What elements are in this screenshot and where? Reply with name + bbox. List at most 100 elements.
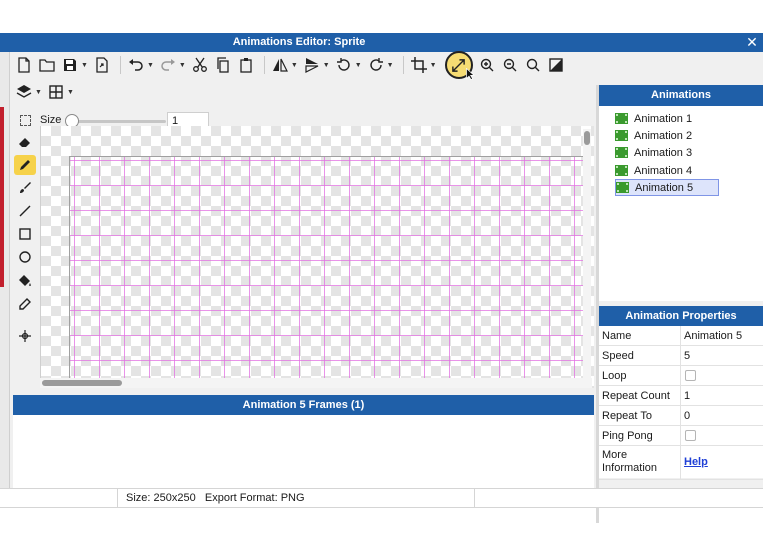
animation-list-item[interactable]: Animation 4	[615, 162, 696, 179]
export-icon[interactable]	[92, 55, 112, 75]
status-bar: Size: 250x250 Export Format: PNG	[0, 488, 763, 508]
crop-chevron-icon[interactable]: ▼	[430, 62, 437, 69]
help-link[interactable]: Help	[684, 456, 708, 468]
column-divider	[680, 386, 681, 405]
property-row-repeat-count: Repeat Count 1	[599, 386, 763, 406]
speed-field[interactable]: 5	[684, 350, 690, 362]
property-key: More Information	[602, 449, 658, 474]
vertical-scroll-thumb[interactable]	[584, 131, 590, 145]
canvas-horizontal-scrollbar[interactable]	[40, 378, 592, 388]
toolbar-row-secondary: ▼ ▼	[14, 80, 78, 104]
flip-vertical-chevron-icon[interactable]: ▼	[323, 62, 330, 69]
undo-dropdown-chevron-icon[interactable]: ▼	[147, 62, 154, 69]
animation-label: Animation 1	[634, 112, 693, 125]
image-size: Size: 250x250	[126, 492, 196, 504]
toolbar-separator	[402, 56, 404, 74]
fill-bucket-icon[interactable]	[14, 271, 36, 291]
rotate-left-chevron-icon[interactable]: ▼	[355, 62, 362, 69]
pencil-icon[interactable]	[14, 155, 36, 175]
crop-icon[interactable]	[409, 55, 429, 75]
flip-horizontal-chevron-icon[interactable]: ▼	[291, 62, 298, 69]
property-row-loop: Loop	[599, 366, 763, 386]
property-row-ping-pong: Ping Pong	[599, 426, 763, 446]
new-icon[interactable]	[14, 55, 34, 75]
animation-label: Animation 5	[635, 181, 694, 194]
status-info: Size: 250x250 Export Format: PNG	[126, 492, 305, 504]
property-key: Ping Pong	[602, 430, 653, 442]
window-title: Animations Editor: Sprite	[232, 36, 366, 48]
layers-chevron-icon[interactable]: ▼	[35, 89, 42, 96]
size-slider-track[interactable]	[72, 120, 166, 123]
property-row-speed: Speed 5	[599, 346, 763, 366]
animation-label: Animation 4	[634, 164, 693, 177]
animation-list-item[interactable]: Animation 3	[615, 144, 696, 161]
repeat-count-field[interactable]: 1	[684, 390, 690, 402]
animations-panel-title: Animations	[599, 85, 763, 106]
eyedropper-icon[interactable]	[14, 294, 36, 314]
name-field[interactable]: Animation 5	[684, 330, 742, 342]
column-divider	[680, 346, 681, 365]
rotate-right-chevron-icon[interactable]: ▼	[387, 62, 394, 69]
selection-icon[interactable]	[20, 115, 31, 126]
title-bar: Animations Editor: Sprite ✕	[0, 33, 763, 52]
property-key: Repeat Count	[602, 390, 670, 402]
left-color-strip	[0, 52, 10, 508]
ellipse-icon[interactable]	[14, 247, 36, 267]
film-strip-icon	[615, 165, 628, 176]
layers-icon[interactable]	[14, 82, 34, 102]
animations-editor-window: Animations Editor: Sprite ✕ ▼ ▼ ▼ ▼ ▼ ▼ …	[0, 33, 763, 523]
horizontal-scroll-thumb[interactable]	[42, 380, 122, 386]
copy-icon[interactable]	[213, 55, 233, 75]
animation-list-item[interactable]: Animation 2	[615, 127, 696, 144]
film-strip-icon	[615, 147, 628, 158]
brush-icon[interactable]	[14, 178, 36, 198]
mouse-pointer-icon	[465, 68, 475, 80]
toggle-background-icon[interactable]	[546, 55, 566, 75]
grid-icon[interactable]	[46, 82, 66, 102]
flip-horizontal-icon[interactable]	[270, 55, 290, 75]
canvas-vertical-scrollbar[interactable]	[583, 129, 591, 379]
animation-label: Animation 3	[634, 146, 693, 159]
grid-chevron-icon[interactable]: ▼	[67, 89, 74, 96]
toolbar-row-main: ▼ ▼ ▼ ▼ ▼ ▼ ▼ ▼	[14, 51, 569, 80]
ping-pong-checkbox[interactable]	[685, 430, 696, 441]
zoom-out-icon[interactable]	[500, 55, 520, 75]
property-row-name: Name Animation 5	[599, 326, 763, 346]
animation-label: Animation 2	[634, 129, 693, 142]
animation-list-item-selected[interactable]: Animation 5	[615, 179, 719, 196]
zoom-in-icon[interactable]	[477, 55, 497, 75]
eraser-icon[interactable]	[14, 132, 36, 152]
column-divider	[680, 366, 681, 385]
rectangle-icon[interactable]	[14, 224, 36, 244]
toolbar-separator	[119, 56, 121, 74]
repeat-to-field[interactable]: 0	[684, 410, 690, 422]
redo-dropdown-chevron-icon[interactable]: ▼	[179, 62, 186, 69]
loop-checkbox[interactable]	[685, 370, 696, 381]
zoom-reset-icon[interactable]	[523, 55, 543, 75]
close-icon[interactable]: ✕	[745, 33, 759, 51]
cut-icon[interactable]	[190, 55, 210, 75]
save-icon[interactable]	[60, 55, 80, 75]
open-folder-icon[interactable]	[37, 55, 57, 75]
property-row-more-information: More Information Help	[599, 446, 763, 480]
property-key: Repeat To	[602, 410, 652, 422]
undo-icon[interactable]	[126, 55, 146, 75]
animation-list-item[interactable]: Animation 1	[615, 110, 696, 127]
export-format: Export Format: PNG	[204, 492, 305, 504]
line-icon[interactable]	[14, 201, 36, 221]
toolbar-separator	[263, 56, 265, 74]
status-cell: Size: 250x250 Export Format: PNG	[118, 489, 475, 507]
color-swatch	[0, 107, 4, 287]
paste-icon[interactable]	[236, 55, 256, 75]
flip-vertical-icon[interactable]	[302, 55, 322, 75]
redo-icon[interactable]	[158, 55, 178, 75]
fit-to-window-button[interactable]	[444, 51, 475, 80]
save-dropdown-chevron-icon[interactable]: ▼	[81, 62, 88, 69]
move-icon[interactable]	[14, 326, 36, 346]
rotate-right-icon[interactable]	[366, 55, 386, 75]
rotate-left-icon[interactable]	[334, 55, 354, 75]
sprite-pixel-grid[interactable]	[69, 156, 583, 378]
property-key: Name	[602, 330, 632, 342]
property-key: Speed	[602, 350, 634, 362]
sprite-canvas-viewport[interactable]	[40, 126, 594, 388]
